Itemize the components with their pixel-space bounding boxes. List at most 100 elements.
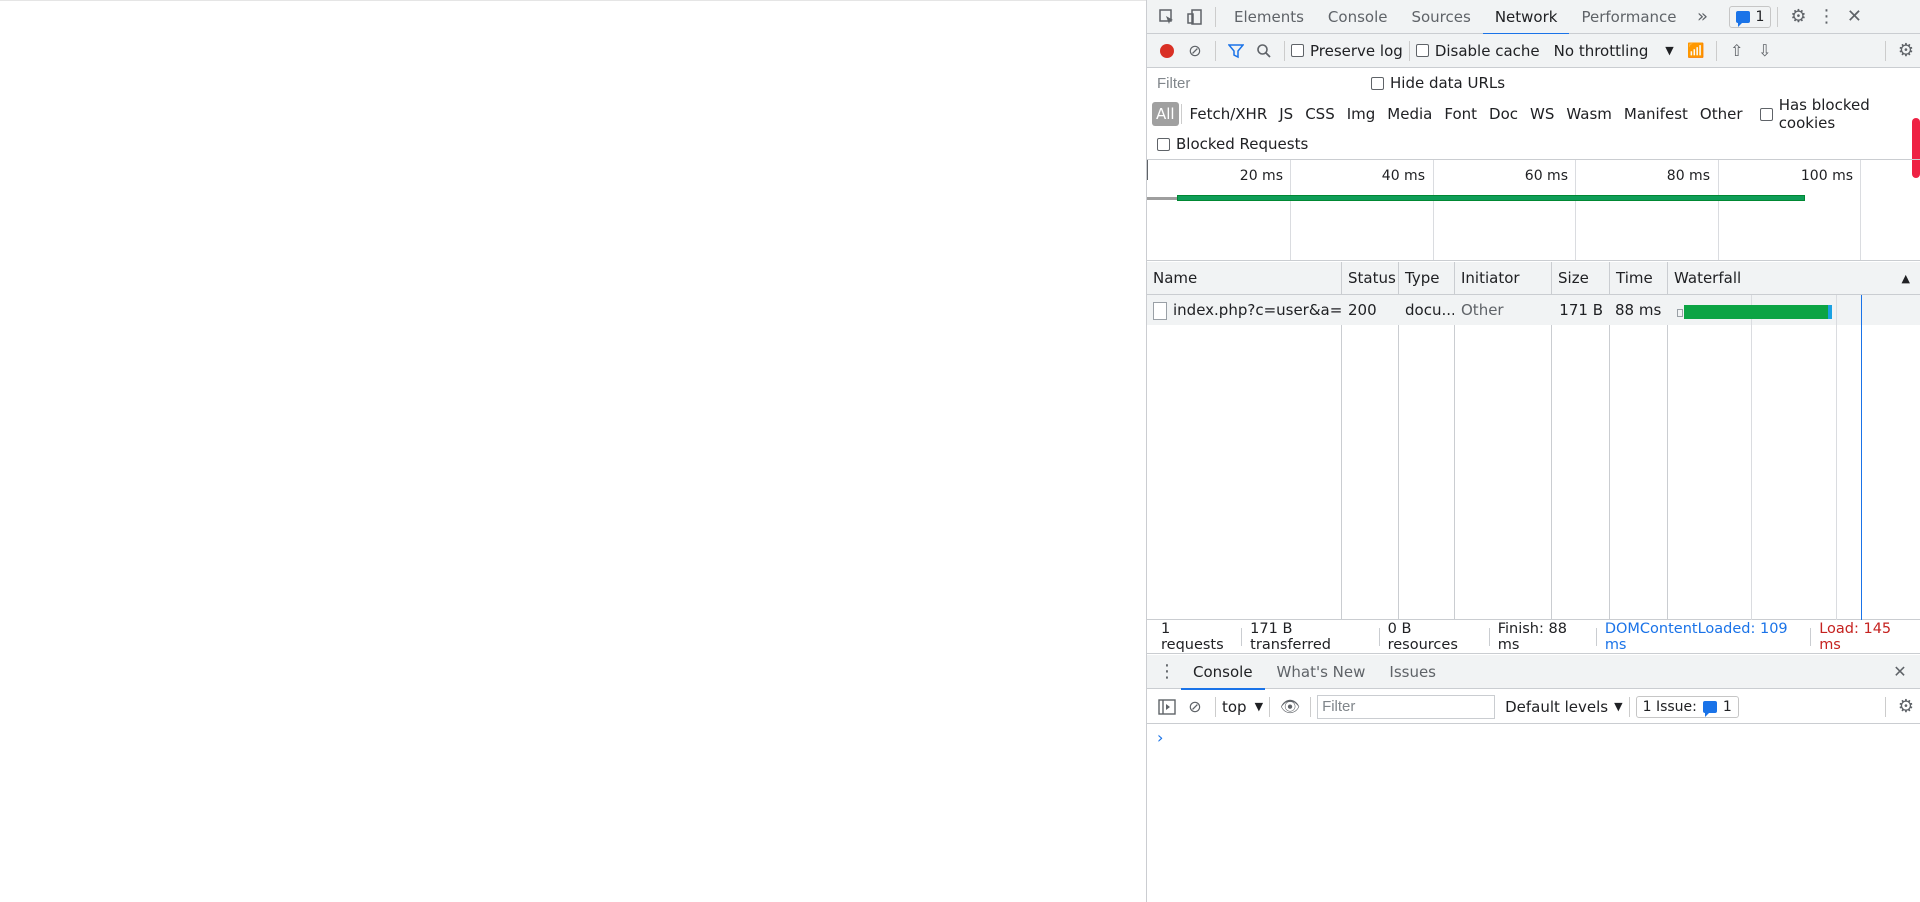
throttling-select[interactable]: No throttling ▼: [1554, 42, 1674, 60]
overview-request-bar: [1177, 195, 1805, 201]
type-filter-fetch-xhr[interactable]: Fetch/XHR: [1184, 102, 1274, 126]
divider: [1408, 40, 1410, 61]
more-options-icon[interactable]: ⋮: [1812, 3, 1840, 31]
console-filter-input[interactable]: [1317, 694, 1496, 719]
overview-start-marker: [1147, 160, 1148, 180]
live-expression-eye-icon[interactable]: 👁: [1276, 693, 1304, 721]
tick-label: 40 ms: [1381, 168, 1425, 184]
grid-line: [1433, 160, 1434, 260]
log-levels-select[interactable]: Default levels ▼: [1505, 698, 1623, 716]
record-button[interactable]: [1153, 37, 1181, 65]
checkbox-box[interactable]: [1415, 44, 1429, 57]
checkbox-box[interactable]: [1291, 44, 1304, 57]
cell-name[interactable]: index.php?c=user&a=...: [1147, 295, 1341, 325]
drawer-tab-console[interactable]: Console: [1181, 655, 1265, 690]
console-toolbar: ⊘ top ▼ 👁 Default levels ▼ 1 Issue: 1 ⚙: [1147, 690, 1920, 724]
dom-content-loaded-line: [1861, 295, 1862, 620]
filter-input[interactable]: [1153, 71, 1357, 95]
network-settings-icon[interactable]: ⚙: [1892, 37, 1920, 65]
type-filter-wasm[interactable]: Wasm: [1560, 102, 1618, 126]
type-filter-media[interactable]: Media: [1381, 102, 1438, 126]
divider: [1310, 696, 1312, 717]
export-har-icon[interactable]: ⇩: [1751, 37, 1779, 65]
issues-icon: [1735, 10, 1750, 27]
close-drawer-icon[interactable]: ✕: [1886, 658, 1914, 686]
import-har-icon[interactable]: ⇧: [1723, 37, 1751, 65]
column-header-time[interactable]: Time: [1610, 262, 1653, 295]
sort-ascending-icon[interactable]: ▲: [1896, 262, 1910, 295]
type-filter-manifest[interactable]: Manifest: [1618, 102, 1694, 126]
tick-label: 100 ms: [1800, 168, 1853, 184]
type-filter-all[interactable]: All: [1152, 102, 1179, 126]
preserve-log-checkbox[interactable]: Preserve log: [1291, 42, 1403, 60]
column-header-name[interactable]: Name: [1147, 262, 1197, 295]
drawer-tab-whats-new[interactable]: What's New: [1265, 655, 1378, 689]
divider: [1215, 6, 1216, 27]
column-header-type[interactable]: Type: [1399, 262, 1439, 295]
console-settings-icon[interactable]: ⚙: [1892, 693, 1920, 721]
network-conditions-icon[interactable]: 📶: [1682, 37, 1710, 65]
type-filter-img[interactable]: Img: [1341, 102, 1382, 126]
hide-data-urls-label: Hide data URLs: [1390, 74, 1506, 92]
inspect-element-icon[interactable]: [1153, 3, 1181, 31]
column-header-initiator[interactable]: Initiator: [1455, 262, 1520, 295]
tab-performance[interactable]: Performance: [1569, 0, 1688, 34]
waterfall-grid-line: [1836, 295, 1837, 620]
has-blocked-cookies-checkbox[interactable]: Has blocked cookies: [1760, 96, 1920, 132]
more-tabs-icon[interactable]: »: [1689, 3, 1717, 31]
settings-icon[interactable]: ⚙: [1784, 3, 1812, 31]
summary-requests: 1 requests: [1161, 620, 1224, 653]
type-filter-js[interactable]: JS: [1273, 102, 1299, 126]
blocked-requests-row: Blocked Requests: [1147, 130, 1920, 158]
type-filter-font[interactable]: Font: [1438, 102, 1483, 126]
console-prompt[interactable]: ›: [1157, 728, 1163, 747]
checkbox-box[interactable]: [1157, 137, 1170, 151]
chevron-down-icon: ▼: [1614, 700, 1623, 713]
tab-network[interactable]: Network: [1482, 0, 1570, 35]
device-toolbar-icon[interactable]: [1181, 3, 1209, 31]
sidebar-toggle-icon[interactable]: [1153, 693, 1181, 721]
tab-elements[interactable]: Elements: [1222, 0, 1316, 34]
summary-resources: 0 B resources: [1387, 620, 1458, 653]
column-header-size[interactable]: Size: [1552, 262, 1589, 295]
filter-icon[interactable]: [1222, 37, 1250, 65]
search-icon[interactable]: [1250, 37, 1278, 65]
has-blocked-cookies-label: Has blocked cookies: [1778, 96, 1870, 132]
summary-transferred: 171 B transferred: [1250, 620, 1331, 653]
context-selector[interactable]: top ▼: [1222, 698, 1263, 716]
blocked-requests-checkbox[interactable]: Blocked Requests: [1157, 135, 1308, 153]
disable-cache-checkbox[interactable]: Disable cache: [1415, 42, 1540, 60]
type-filter-css[interactable]: CSS: [1299, 102, 1341, 126]
drawer-menu-icon[interactable]: ⋮: [1153, 658, 1181, 686]
console-issues-button[interactable]: 1 Issue: 1: [1635, 695, 1739, 718]
divider: [1284, 40, 1285, 61]
timeline-overview[interactable]: 20 ms 40 ms 60 ms 80 ms 100 ms: [1147, 159, 1920, 261]
tab-console[interactable]: Console: [1316, 0, 1400, 34]
divider: [1715, 40, 1717, 61]
divider: [1269, 696, 1271, 717]
resource-type-filters: All Fetch/XHR JS CSS Img Media Font Doc …: [1147, 96, 1920, 132]
type-filter-other[interactable]: Other: [1694, 102, 1749, 126]
divider: [1215, 40, 1216, 61]
tick-label: 80 ms: [1666, 168, 1710, 184]
drawer-tab-issues[interactable]: Issues: [1377, 655, 1448, 689]
document-icon: [1153, 301, 1167, 320]
tab-sources[interactable]: Sources: [1399, 0, 1482, 34]
issues-badge[interactable]: 1: [1728, 5, 1772, 28]
close-devtools-icon[interactable]: ✕: [1840, 3, 1868, 31]
checkbox-box[interactable]: [1760, 107, 1773, 121]
type-filter-ws[interactable]: WS: [1524, 102, 1560, 126]
hide-data-urls-checkbox[interactable]: Hide data URLs: [1371, 74, 1505, 92]
web-page-content: [0, 0, 1146, 902]
tick-label: 60 ms: [1524, 168, 1568, 184]
checkbox-box[interactable]: [1371, 76, 1384, 90]
column-header-status[interactable]: Status: [1342, 262, 1396, 295]
chevron-down-icon: ▼: [1254, 700, 1264, 713]
column-header-waterfall[interactable]: Waterfall: [1668, 262, 1741, 295]
waterfall-bar[interactable]: [1684, 305, 1828, 319]
cell-type: docu...: [1405, 301, 1454, 319]
clear-icon[interactable]: ⊘: [1181, 37, 1209, 65]
clear-console-icon[interactable]: ⊘: [1181, 693, 1209, 721]
type-filter-doc[interactable]: Doc: [1483, 102, 1524, 126]
issues-count: 1: [1755, 8, 1765, 25]
